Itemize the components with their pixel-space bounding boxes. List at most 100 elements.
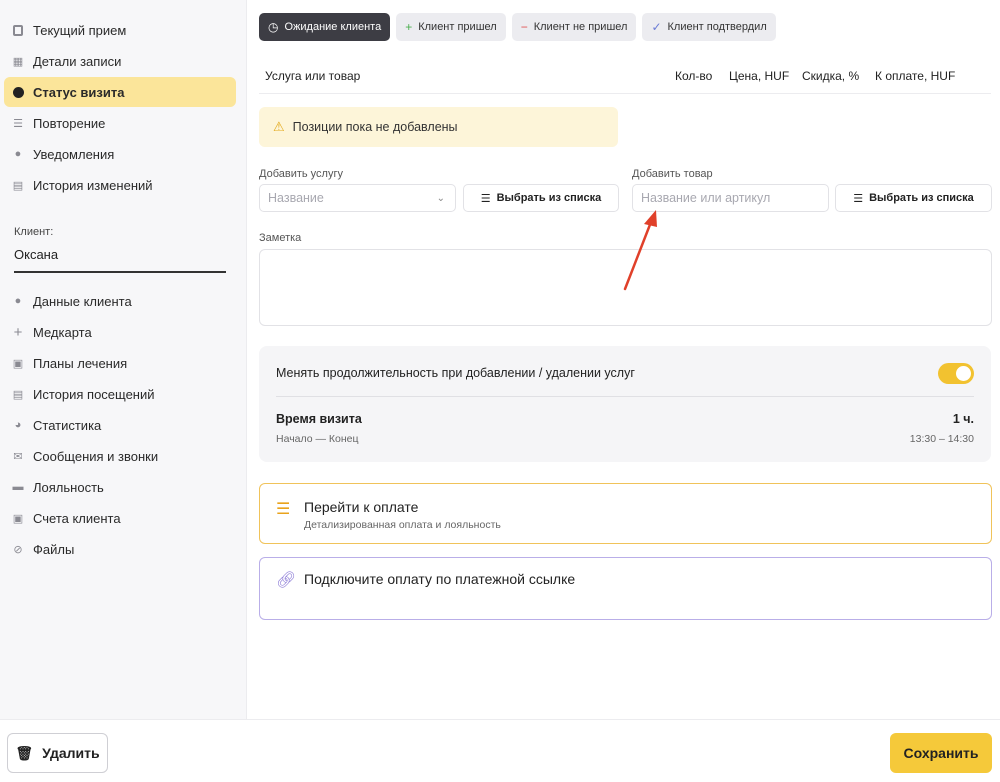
sidebar-item-label: Медкарта [33,324,92,340]
sidebar-item-label: История изменений [33,177,153,193]
client-name-field[interactable]: Оксана [14,247,226,273]
clipboard-icon [12,24,24,36]
sidebar-item-label: Планы лечения [33,355,128,371]
duration-toggle-label: Менять продолжительность при добавлении … [276,366,635,380]
sidebar-item-label: Статистика [33,417,102,433]
sidebar: Текущий прием ▦ Детали записи Статус виз… [0,0,247,720]
column-header-qty: Кол-во [675,69,713,83]
status-label: Ожидание клиента [284,21,382,33]
payment-subtitle: Детализированная оплата и лояльность [304,519,501,531]
add-product-placeholder: Название или артикул [641,191,771,205]
card-icon: ▬ [12,481,24,493]
duration-settings-card: Менять продолжительность при добавлении … [259,346,991,462]
minus-icon: − [520,20,528,34]
list-box-icon: ▤ [12,388,24,401]
delete-button[interactable]: 🗑︎ Удалить [7,733,108,773]
calendar-icon: ▦ [12,55,24,68]
client-block: Клиент: Оксана [14,226,226,273]
sidebar-item-label: Повторение [33,115,106,131]
payment-title: Перейти к оплате [304,499,419,515]
status-label: Клиент пришел [418,21,497,33]
payment-link-title: Подключите оплату по платежной ссылке [304,571,576,587]
save-button[interactable]: Сохранить [890,733,992,773]
paperclip-icon: ⊘ [13,543,23,556]
sidebar-item-visit-history[interactable]: ▤ История посещений [4,379,236,409]
chevron-down-icon: ⌄ [436,192,445,204]
sidebar-item-label: Лояльность [33,479,104,495]
list-icon: ☰ [480,192,491,205]
sidebar-item-label: Текущий прием [33,22,127,38]
service-choose-from-list-button[interactable]: ☰ Выбрать из списка [463,184,619,212]
sidebar-item-files[interactable]: ⊘ Файлы [4,534,236,564]
column-header-price: Цена, HUF [729,69,790,83]
list-icon: ☰ [853,192,864,205]
sidebar-item-visit-status[interactable]: Статус визита [4,77,236,107]
sidebar-nav-bottom: ● Данные клиента + Медкарта ▣ Планы лече… [0,285,246,565]
sidebar-item-treatment-plans[interactable]: ▣ Планы лечения [4,348,236,378]
sidebar-item-change-history[interactable]: ▤ История изменений [4,170,236,200]
sidebar-item-label: Уведомления [33,146,115,162]
list-icon: ☰ [13,117,23,130]
main-content: ◷ Ожидание клиента + Клиент пришел − Кли… [247,0,1000,720]
check-icon: ✓ [651,20,662,34]
note-textarea[interactable] [259,249,992,326]
sidebar-item-label: Детали записи [33,53,122,69]
wallet-icon: ▣ [12,512,24,525]
sidebar-item-label: Сообщения и звонки [33,448,159,464]
sidebar-item-label: Счета клиента [33,510,121,526]
add-service-select[interactable]: Название ⌄ [259,184,456,212]
sidebar-item-medcard[interactable]: + Медкарта [4,317,236,347]
add-service-label: Добавить услугу [259,168,343,180]
items-table-header: Услуга или товар Кол-во Цена, HUF Скидка… [259,60,991,94]
visit-status-bar: ◷ Ожидание клиента + Клиент пришел − Кли… [259,13,776,41]
sidebar-item-current-appointment[interactable]: Текущий прием [4,15,236,45]
column-header-total: К оплате, HUF [875,69,956,83]
footer-bar: 🗑︎ Удалить Сохранить [0,719,1000,782]
status-no-show-button[interactable]: − Клиент не пришел [511,13,637,41]
toggle-knob [956,366,971,381]
add-service-placeholder: Название [268,191,324,205]
sidebar-item-client-data[interactable]: ● Данные клиента [4,286,236,316]
payment-link-card[interactable]: 🔗︎ Подключите оплату по платежной ссылке [259,557,992,620]
add-product-input[interactable]: Название или артикул [632,184,829,212]
sidebar-item-client-accounts[interactable]: ▣ Счета клиента [4,503,236,533]
sidebar-item-statistics[interactable]: ◕ Статистика [4,410,236,440]
sidebar-item-label: Данные клиента [33,293,132,309]
divider [276,396,974,397]
clock-icon [12,86,24,98]
status-label: Клиент не пришел [533,21,628,33]
go-to-payment-card[interactable]: ☰ Перейти к оплате Детализированная опла… [259,483,992,544]
chat-icon: ● [14,148,22,160]
sidebar-item-notifications[interactable]: ● Уведомления [4,139,236,169]
trash-icon: 🗑︎ [15,744,34,761]
clock-icon: ◷ [268,20,279,34]
status-label: Клиент подтвердил [667,21,767,33]
briefcase-icon: ▣ [12,357,24,370]
plus-icon: + [405,20,413,34]
status-arrived-button[interactable]: + Клиент пришел [396,13,506,41]
delete-label: Удалить [42,745,100,761]
sidebar-item-messages[interactable]: ✉ Сообщения и звонки [4,441,236,471]
client-label: Клиент: [14,226,54,238]
plus-icon: + [13,323,23,341]
mail-icon: ✉ [13,450,23,463]
visit-duration-value: 1 ч. [952,412,974,426]
empty-items-notice: ⚠ Позиции пока не добавлены [259,107,618,147]
sidebar-nav-top: Текущий прием ▦ Детали записи Статус виз… [0,14,246,201]
sidebar-item-loyalty[interactable]: ▬ Лояльность [4,472,236,502]
product-choose-from-list-button[interactable]: ☰ Выбрать из списка [835,184,992,212]
status-confirmed-button[interactable]: ✓ Клиент подтвердил [642,13,776,41]
button-label: Выбрать из списка [496,192,602,204]
sidebar-item-label: История посещений [33,386,155,402]
sidebar-item-booking-details[interactable]: ▦ Детали записи [4,46,236,76]
duration-toggle[interactable] [938,363,974,384]
notice-text: Позиции пока не добавлены [292,120,458,134]
warning-icon: ⚠ [273,119,285,134]
status-waiting-button[interactable]: ◷ Ожидание клиента [259,13,391,41]
sidebar-item-repeat[interactable]: ☰ Повторение [4,108,236,138]
visit-time-range: 13:30 – 14:30 [909,433,974,445]
user-icon: ● [14,295,22,307]
column-header-discount: Скидка, % [802,69,860,83]
document-icon: ▤ [12,179,24,192]
link-icon: 🔗︎ [276,572,297,589]
